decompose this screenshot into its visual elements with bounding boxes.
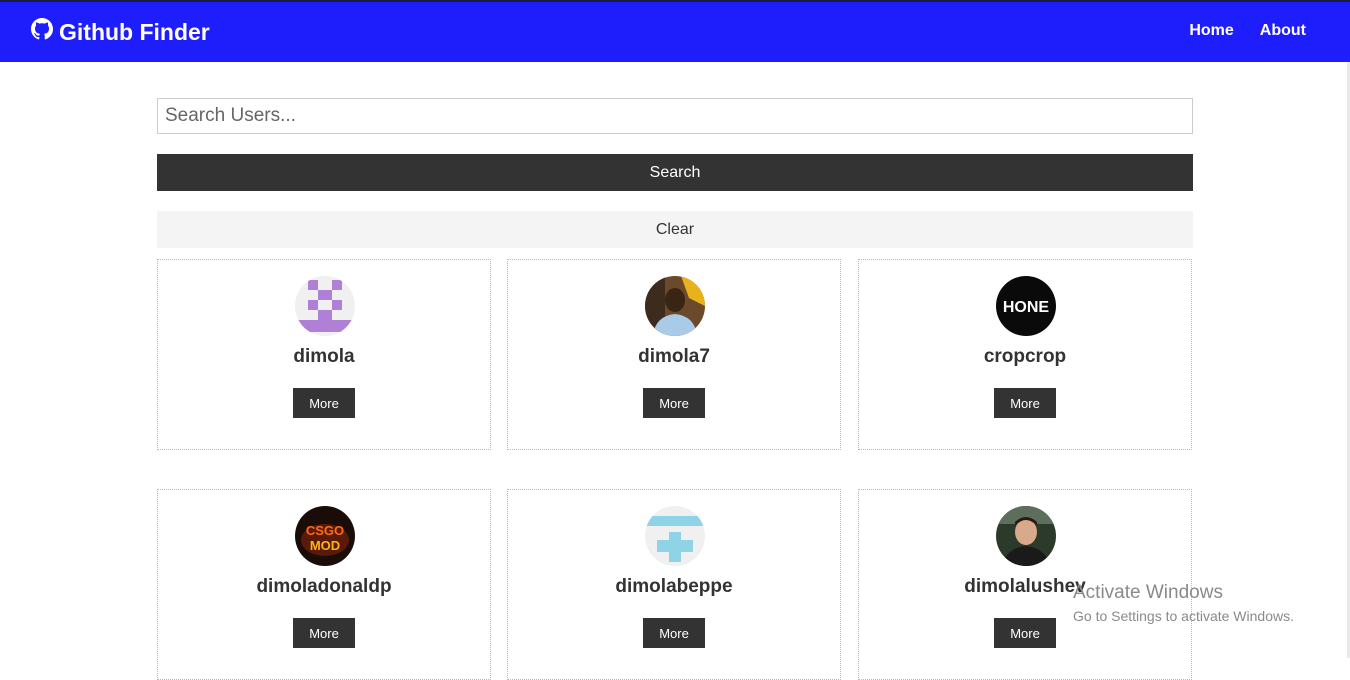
avatar: HONE — [996, 276, 1056, 336]
activate-windows-watermark: Activate Windows Go to Settings to activ… — [1073, 582, 1294, 624]
search-input[interactable] — [157, 98, 1193, 134]
nav-links: Home About — [1189, 22, 1306, 40]
watermark-title: Activate Windows — [1073, 582, 1223, 603]
user-card: dimola More — [157, 259, 491, 450]
user-card: dimolabeppe More — [507, 489, 841, 680]
username: dimoladonaldp — [256, 576, 392, 597]
user-card: HONE cropcrop More — [858, 259, 1192, 450]
username: dimola7 — [638, 346, 710, 367]
watermark-subtitle: Go to Settings to activate Windows. — [1073, 608, 1294, 624]
clear-button[interactable]: Clear — [157, 211, 1193, 248]
more-button[interactable]: More — [643, 618, 705, 648]
avatar: CSGO MOD — [295, 506, 355, 566]
svg-text:HONE: HONE — [1003, 299, 1050, 316]
user-card: dimola7 More — [507, 259, 841, 450]
username: cropcrop — [983, 346, 1067, 367]
nav-about-link[interactable]: About — [1260, 22, 1306, 40]
avatar — [295, 276, 355, 336]
more-button[interactable]: More — [643, 388, 705, 418]
more-button[interactable]: More — [994, 388, 1056, 418]
svg-text:CSGO: CSGO — [306, 523, 344, 538]
search-button[interactable]: Search — [157, 154, 1193, 191]
avatar — [996, 506, 1056, 566]
brand-title: Github Finder — [59, 18, 210, 45]
avatar — [645, 506, 705, 566]
svg-text:MOD: MOD — [310, 538, 340, 553]
navbar: Github Finder Home About — [0, 2, 1350, 62]
brand[interactable]: Github Finder — [31, 18, 210, 46]
more-button[interactable]: More — [293, 618, 355, 648]
github-icon — [31, 18, 53, 46]
more-button[interactable]: More — [994, 618, 1056, 648]
username: dimolabeppe — [615, 576, 733, 597]
more-button[interactable]: More — [293, 388, 355, 418]
user-card: CSGO MOD dimoladonaldp More — [157, 489, 491, 680]
avatar — [645, 276, 705, 336]
username: dimola — [293, 346, 355, 367]
nav-home-link[interactable]: Home — [1189, 22, 1233, 40]
